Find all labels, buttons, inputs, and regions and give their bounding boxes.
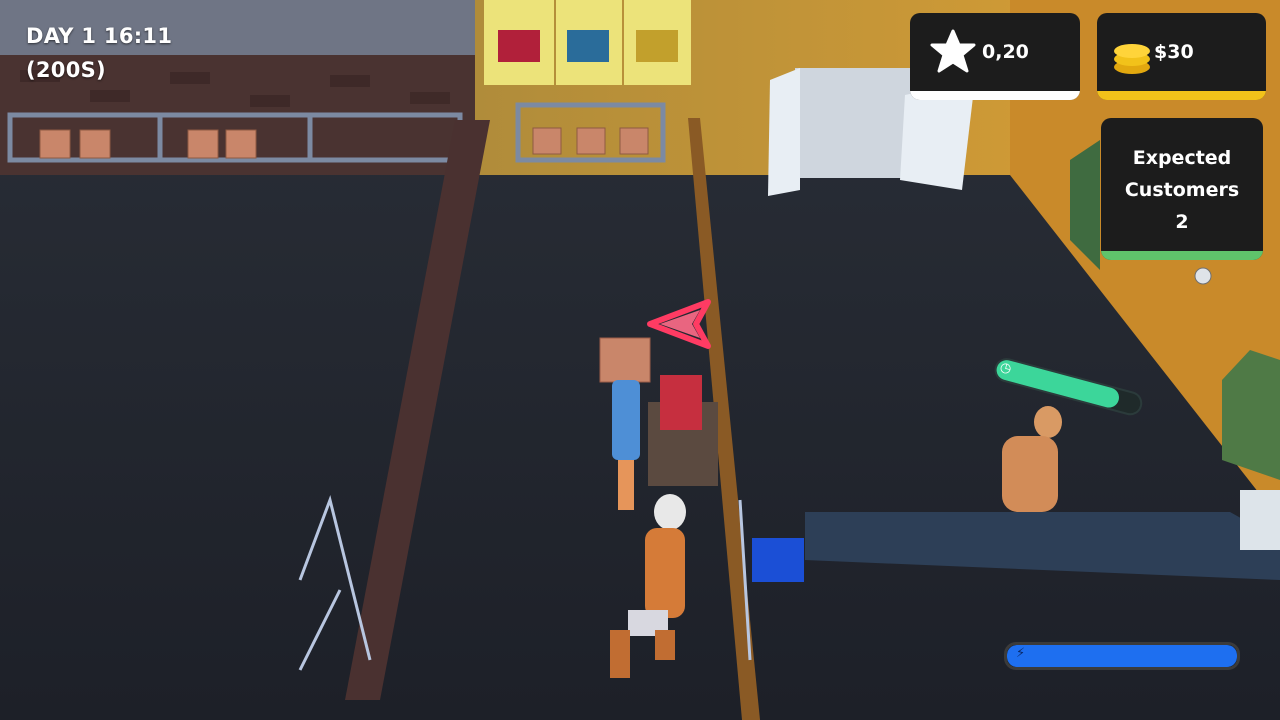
rating-bar bbox=[910, 91, 1080, 100]
lightning-icon: ⚡ bbox=[1016, 646, 1026, 661]
energy-bar: ⚡ bbox=[1004, 642, 1240, 670]
game-scene bbox=[0, 0, 1280, 720]
money-panel: $30 bbox=[1097, 13, 1266, 100]
direction-arrow-icon bbox=[647, 299, 711, 349]
customers-label-line1: Expected bbox=[1132, 147, 1232, 169]
coins-icon bbox=[1114, 44, 1150, 74]
customers-bar bbox=[1101, 251, 1263, 260]
energy-fill bbox=[1007, 645, 1237, 667]
star-icon bbox=[930, 29, 976, 73]
customers-count: 2 bbox=[1175, 211, 1189, 233]
rating-panel: 0,20 bbox=[910, 13, 1080, 100]
money-bar bbox=[1097, 91, 1266, 100]
day-timer-label: (200S) bbox=[26, 58, 106, 82]
customers-label-line2: Customers bbox=[1124, 179, 1240, 201]
day-time-label: DAY 1 16:11 bbox=[26, 24, 173, 48]
expected-customers-panel: Expected Customers 2 bbox=[1101, 118, 1263, 260]
rating-value: 0,20 bbox=[982, 41, 1029, 63]
money-value: $30 bbox=[1154, 41, 1194, 63]
